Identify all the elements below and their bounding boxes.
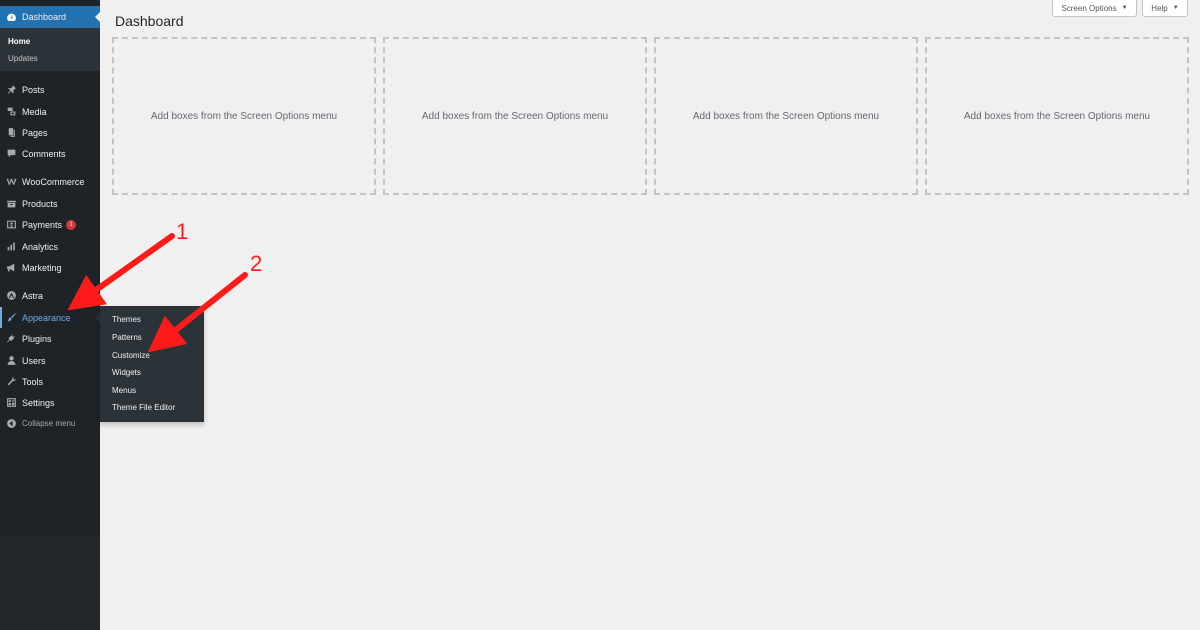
settings-icon xyxy=(0,397,22,408)
screen-options-label: Screen Options xyxy=(1061,3,1117,13)
collapse-menu-button[interactable]: Collapse menu xyxy=(0,413,100,434)
sidebar-item-label: Posts xyxy=(22,84,45,95)
empty-widget-box: Add boxes from the Screen Options menu xyxy=(383,37,647,195)
sidebar-item-pages[interactable]: Pages xyxy=(0,122,100,143)
sidebar-item-label: Appearance xyxy=(22,312,71,323)
screen-options-button[interactable]: Screen Options ▼ xyxy=(1052,0,1137,17)
sidebar-item-label: Analytics xyxy=(22,241,59,252)
sidebar-item-label: WooCommerce xyxy=(22,176,85,187)
annotation-number-1: 1 xyxy=(176,219,189,244)
appearance-flyout-menu: Themes Patterns Customize Widgets Menus … xyxy=(100,306,204,422)
plug-icon xyxy=(0,333,22,344)
dashboard-submenu: Home Updates xyxy=(0,28,100,71)
sidebar-item-astra[interactable]: Astra xyxy=(0,285,100,306)
sidebar-item-comments[interactable]: Comments xyxy=(0,143,100,164)
flyout-item-themes[interactable]: Themes xyxy=(112,315,141,324)
sidebar-item-payments[interactable]: Payments 1 xyxy=(0,214,100,235)
sidebar-item-appearance[interactable]: Appearance xyxy=(0,307,100,328)
sidebar-item-dashboard[interactable]: Dashboard xyxy=(0,6,100,28)
submenu-updates[interactable]: Updates xyxy=(8,54,38,63)
sidebar-item-tools[interactable]: Tools xyxy=(0,371,100,392)
sidebar-item-plugins[interactable]: Plugins xyxy=(0,328,100,349)
media-icon xyxy=(0,106,22,117)
sidebar-item-label: Astra xyxy=(22,290,44,301)
products-icon xyxy=(0,198,22,209)
flyout-item-widgets[interactable]: Widgets xyxy=(112,368,141,377)
flyout-item-customize[interactable]: Customize xyxy=(112,351,150,360)
flyout-item-theme-file-editor[interactable]: Theme File Editor xyxy=(112,403,175,412)
sidebar-item-label: Comments xyxy=(22,148,66,159)
caret-down-icon: ▼ xyxy=(1172,5,1179,11)
pushpin-icon xyxy=(0,84,22,95)
sidebar-item-label: Settings xyxy=(22,397,55,408)
sidebar-item-media[interactable]: Media xyxy=(0,101,100,122)
woocommerce-icon xyxy=(0,176,22,187)
page-title: Dashboard xyxy=(115,13,184,29)
user-icon xyxy=(0,355,22,366)
payments-icon xyxy=(0,219,22,230)
empty-box-text: Add boxes from the Screen Options menu xyxy=(421,110,609,122)
sidebar-item-analytics[interactable]: Analytics xyxy=(0,236,100,257)
empty-box-text: Add boxes from the Screen Options menu xyxy=(963,110,1151,122)
sidebar-item-label: Products xyxy=(22,198,58,209)
megaphone-icon xyxy=(0,262,22,273)
sidebar-item-settings[interactable]: Settings xyxy=(0,392,100,413)
comment-icon xyxy=(0,148,22,159)
help-label: Help xyxy=(1151,3,1168,13)
brush-icon xyxy=(0,312,22,323)
sidebar-item-label: Tools xyxy=(22,376,44,387)
empty-widget-box: Add boxes from the Screen Options menu xyxy=(925,37,1189,195)
submenu-home[interactable]: Home xyxy=(8,37,30,46)
sidebar-item-posts[interactable]: Posts xyxy=(0,79,100,100)
sidebar-item-label: Payments xyxy=(22,219,63,230)
sidebar-item-users[interactable]: Users xyxy=(0,350,100,371)
notification-badge: 1 xyxy=(66,219,77,230)
analytics-icon xyxy=(0,241,22,252)
caret-down-icon: ▼ xyxy=(1121,5,1128,11)
empty-widget-box: Add boxes from the Screen Options menu xyxy=(654,37,918,195)
sidebar-lower-area xyxy=(0,535,100,630)
sidebar-item-label: Plugins xyxy=(22,333,52,344)
help-button[interactable]: Help ▼ xyxy=(1142,0,1188,17)
flyout-item-menus[interactable]: Menus xyxy=(112,386,136,395)
sidebar-item-label: Pages xyxy=(22,127,48,138)
sidebar-item-products[interactable]: Products xyxy=(0,193,100,214)
sidebar-item-marketing[interactable]: Marketing xyxy=(0,257,100,278)
wrench-icon xyxy=(0,376,22,387)
sidebar-item-label: Collapse menu xyxy=(22,419,76,428)
sidebar-item-label: Media xyxy=(22,106,47,117)
astra-icon xyxy=(0,290,22,301)
sidebar-item-label: Dashboard xyxy=(22,12,67,22)
sidebar-item-label: Marketing xyxy=(22,262,62,273)
pages-icon xyxy=(0,127,22,138)
gauge-icon xyxy=(0,12,22,23)
annotation-number-2: 2 xyxy=(250,251,263,276)
empty-box-text: Add boxes from the Screen Options menu xyxy=(150,110,338,122)
empty-widget-box: Add boxes from the Screen Options menu xyxy=(112,37,376,195)
sidebar-item-label: Users xyxy=(22,355,46,366)
flyout-item-patterns[interactable]: Patterns xyxy=(112,333,142,342)
collapse-icon xyxy=(0,418,22,429)
empty-box-text: Add boxes from the Screen Options menu xyxy=(692,110,880,122)
sidebar-item-woocommerce[interactable]: WooCommerce xyxy=(0,171,100,192)
